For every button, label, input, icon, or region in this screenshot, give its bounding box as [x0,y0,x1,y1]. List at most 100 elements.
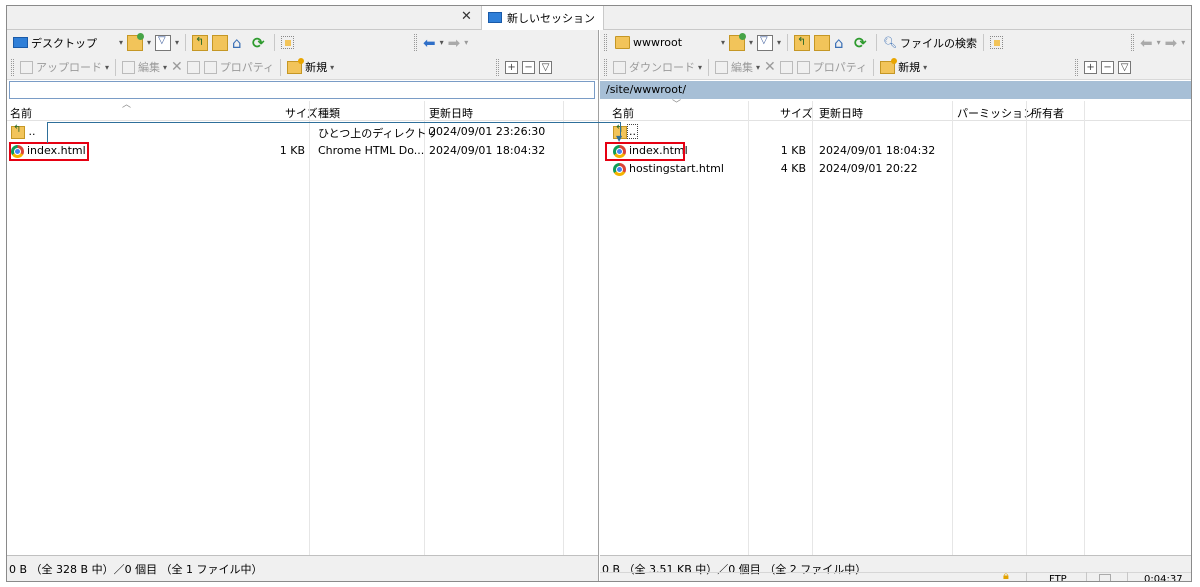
upload-label: アップロード [36,61,102,74]
refresh-icon[interactable]: ⟳ [252,35,268,51]
upload-button[interactable]: アップロード ▾ [20,59,109,75]
column-name[interactable]: 名前 [612,105,634,121]
drag-path-line [47,122,48,143]
new-button[interactable]: 新規 ▾ [287,57,334,75]
column-modified[interactable]: 更新日時 [819,105,863,121]
toolbar-grip[interactable] [496,58,500,76]
filter-select-icon[interactable]: ▽ [1118,60,1132,74]
column-type[interactable]: 種類 [318,105,340,121]
table-row[interactable]: hostingstart.html 4 KB 2024/09/01 20:22 [600,161,1191,178]
new-label: 新規 [305,61,328,74]
row-size: 1 KB [279,144,305,157]
toolbar-grip[interactable] [1075,58,1079,76]
back-arrow-icon[interactable]: ⬅ [423,34,436,52]
desktop-icon [13,37,28,48]
local-location-label: デスクトップ [31,36,97,50]
row-modified: 2024/09/01 18:04:32 [429,144,546,157]
back-dropdown-icon[interactable]: ▾ [440,38,444,47]
toolbar-separator [280,58,282,76]
local-path-bar[interactable] [9,81,595,99]
local-column-header: 名前 ︿ サイズ 種類 更新日時 [7,100,598,121]
new-session-tab[interactable]: 新しいセッション [481,6,604,30]
find-files-button[interactable]: 🔍︎ ファイルの検索 [883,35,977,51]
remote-panel: wwwroot ▾ ▾ ▾ ⌂ ⟳ 🔍︎ ファイルの検索 ⬅ ▾ ➡ ▾ [600,30,1191,582]
rename-icon[interactable] [186,60,200,74]
open-folder-icon[interactable] [729,32,747,51]
local-location-combo[interactable]: デスクトップ [11,34,115,52]
column-owner[interactable]: 所有者 [1031,105,1064,121]
local-status-text: 0 B （全 328 B 中）／0 個目 （全 1 ファイル中） [9,563,263,576]
table-row[interactable]: .. [600,124,1191,141]
delete-icon[interactable]: ✕ [171,59,183,75]
toolbar-grip[interactable] [1131,34,1135,51]
root-directory-icon[interactable] [212,34,229,51]
filter-dropdown-icon[interactable]: ▾ [777,38,781,47]
open-dropdown-icon[interactable]: ▾ [749,38,753,47]
forward-arrow-icon[interactable]: ➡ [448,34,461,52]
forward-arrow-icon[interactable]: ➡ [1165,34,1178,52]
edit-button[interactable]: 編集 ▾ [122,59,167,75]
properties-button[interactable]: プロパティ [796,59,868,75]
session-time: 0:04:37 [1144,574,1183,582]
new-folder-icon [880,57,898,74]
toolbar-grip[interactable] [414,34,418,51]
open-dropdown-icon[interactable]: ▾ [147,38,151,47]
filter-select-icon[interactable]: ▽ [539,60,553,74]
toolbar-separator [787,34,789,51]
toolbar-grip[interactable] [604,34,607,51]
parent-directory-icon[interactable] [192,34,209,51]
back-arrow-icon[interactable]: ⬅ [1140,34,1153,52]
connection-status-strip: 🔒︎ FTP 0:04:37 [600,569,1191,582]
select-all-icon[interactable]: + [1084,60,1098,74]
column-name[interactable]: 名前 [10,105,32,121]
new-button[interactable]: 新規 ▾ [880,57,928,75]
download-button[interactable]: ダウンロード ▾ [613,59,702,75]
remote-action-toolbar: ダウンロード ▾ 編集 ▾ ✕ プロパティ 新規 ▾ + − ▽ [600,55,1191,80]
home-icon[interactable]: ⌂ [834,35,850,51]
download-label: ダウンロード [629,61,695,74]
column-modified[interactable]: 更新日時 [429,105,473,121]
column-size[interactable]: サイズ [780,105,813,121]
root-directory-icon[interactable] [814,34,831,51]
open-folder-icon[interactable] [127,32,145,51]
remote-path-bar[interactable]: /site/wwwroot/ [600,81,1191,99]
table-row[interactable]: index.html 1 KB Chrome HTML Do... 2024/0… [7,143,598,160]
edit-button[interactable]: 編集 ▾ [715,59,760,75]
row-type: Chrome HTML Do... [318,144,425,157]
new-dropdown-icon: ▾ [923,62,928,72]
winscp-window: ✕ 新しいセッション デスクトップ ▾ ▾ ▾ ⌂ ⟳ ⬅ [6,5,1192,582]
tree-icon[interactable] [281,36,295,49]
column-permissions[interactable]: パーミッション [957,105,1034,121]
refresh-icon[interactable]: ⟳ [854,35,870,51]
status-divider [1127,572,1128,581]
select-all-icon[interactable]: + [505,60,519,74]
toolbar-grip[interactable] [11,58,14,76]
tree-icon[interactable] [990,36,1004,49]
filter-dropdown-icon[interactable]: ▾ [175,38,179,47]
toolbar-separator [185,34,187,51]
forward-dropdown-icon[interactable]: ▾ [1181,38,1185,47]
unselect-icon[interactable]: − [522,60,536,74]
back-dropdown-icon[interactable]: ▾ [1157,38,1161,47]
properties-label: プロパティ [812,61,868,74]
filter-icon[interactable] [155,34,172,51]
toolbar-grip[interactable] [604,58,607,76]
local-action-toolbar: アップロード ▾ 編集 ▾ ✕ プロパティ 新規 ▾ + − ▽ [7,55,598,80]
table-row[interactable]: index.html 1 KB 2024/09/01 18:04:32 [600,143,1191,160]
forward-dropdown-icon[interactable]: ▾ [464,38,468,47]
close-tab-icon[interactable]: ✕ [461,9,472,24]
home-icon[interactable]: ⌂ [232,35,248,51]
filter-icon[interactable] [757,34,774,51]
delete-icon[interactable]: ✕ [764,59,776,75]
rename-icon[interactable] [779,60,793,74]
parent-directory-icon[interactable] [794,34,811,51]
location-dropdown-icon[interactable]: ▾ [119,38,123,47]
table-row[interactable]: .. ひとつ上のディレクトリ 2024/09/01 23:26:30 [7,124,598,141]
new-label: 新規 [898,61,921,74]
drag-path-line [47,122,621,123]
properties-button[interactable]: プロパティ [203,59,274,75]
remote-location-combo[interactable]: wwwroot [613,34,717,52]
unselect-icon[interactable]: − [1101,60,1115,74]
column-size[interactable]: サイズ [285,105,318,121]
location-dropdown-icon[interactable]: ▾ [721,38,725,47]
